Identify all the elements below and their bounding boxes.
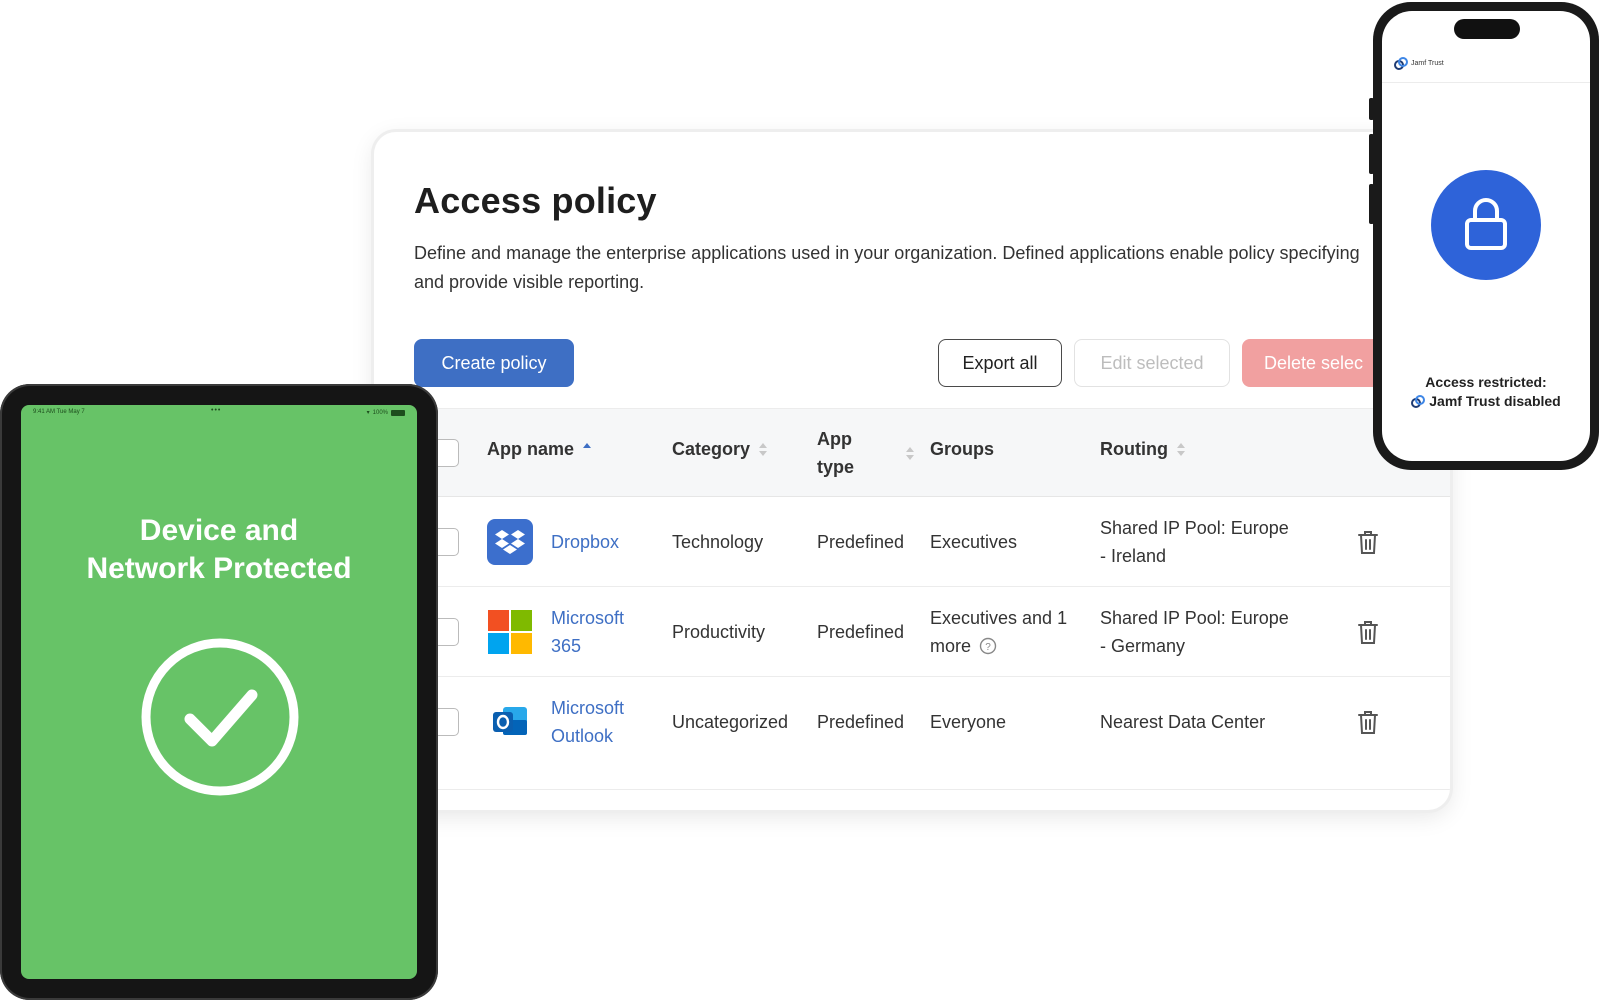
trash-icon[interactable] bbox=[1357, 709, 1379, 735]
phone-screen: Jamf Trust Access restricted: Jamf Trust… bbox=[1382, 11, 1590, 461]
battery-icon bbox=[391, 409, 405, 416]
table-header: App name Category App type Groups Routin… bbox=[431, 409, 1450, 497]
column-app-name[interactable]: App name bbox=[487, 439, 592, 460]
microsoft-365-icon bbox=[488, 610, 532, 654]
outlook-icon bbox=[493, 707, 527, 735]
phone-side-button bbox=[1369, 98, 1374, 120]
phone-side-button bbox=[1369, 184, 1374, 224]
protection-title-line: Network Protected bbox=[86, 552, 352, 585]
svg-text:?: ? bbox=[985, 642, 991, 653]
phone-side-button bbox=[1369, 134, 1374, 174]
protection-status-title: Device and Network Protected bbox=[21, 512, 417, 588]
checkmark-circle-icon bbox=[141, 638, 299, 796]
groups-more-text[interactable]: more bbox=[930, 632, 971, 660]
status-time: 9:41 AM Tue May 7 bbox=[33, 409, 85, 415]
column-routing[interactable]: Routing bbox=[1100, 439, 1186, 460]
column-app-type-label-2: type bbox=[817, 457, 855, 477]
category-cell: Technology bbox=[672, 532, 764, 552]
jamf-trust-logo-icon bbox=[1394, 57, 1408, 70]
sort-icon[interactable] bbox=[1176, 442, 1186, 458]
lock-icon bbox=[1465, 198, 1507, 250]
groups-more[interactable]: more ? bbox=[930, 632, 1067, 660]
access-policy-panel: Access policy Define and manage the ente… bbox=[374, 132, 1450, 810]
column-app-type[interactable]: App type bbox=[817, 425, 854, 481]
access-restricted-message: Access restricted: Jamf Trust disabled bbox=[1382, 373, 1590, 411]
column-routing-label: Routing bbox=[1100, 439, 1168, 459]
status-bar: 9:41 AM Tue May 7 ••• ▾ 100% bbox=[21, 405, 417, 419]
app-type-cell: Predefined bbox=[817, 712, 905, 732]
brand-name: Jamf Trust bbox=[1411, 60, 1444, 67]
app-name-text[interactable]: Dropbox bbox=[551, 532, 619, 552]
routing-line: Shared IP Pool: Europe bbox=[1100, 608, 1289, 628]
trash-icon[interactable] bbox=[1357, 619, 1379, 645]
sort-icon[interactable] bbox=[905, 446, 915, 462]
wifi-icon: ▾ bbox=[366, 410, 370, 416]
app-header: Jamf Trust bbox=[1382, 43, 1590, 83]
groups-cell: Everyone bbox=[930, 712, 1007, 732]
app-type-cell: Predefined bbox=[817, 532, 905, 552]
restricted-line: Access restricted: bbox=[1425, 374, 1547, 390]
column-category[interactable]: Category bbox=[672, 439, 768, 460]
jamf-trust-logo-icon bbox=[1411, 394, 1426, 408]
routing-cell: Shared IP Pool: Europe - Germany bbox=[1100, 604, 1289, 660]
column-groups-label: Groups bbox=[930, 439, 995, 459]
app-name-text[interactable]: Microsoft bbox=[551, 604, 624, 632]
category-cell: Uncategorized bbox=[672, 712, 789, 732]
routing-cell: Shared IP Pool: Europe - Ireland bbox=[1100, 514, 1289, 570]
groups-cell: Executives and 1 more ? bbox=[930, 604, 1067, 660]
table-row[interactable]: Dropbox Technology Predefined Executives… bbox=[431, 497, 1450, 587]
tablet-device: 9:41 AM Tue May 7 ••• ▾ 100% Device and … bbox=[0, 384, 438, 1000]
column-groups: Groups bbox=[930, 439, 994, 460]
routing-line: - Germany bbox=[1100, 636, 1186, 656]
app-name-link[interactable]: Microsoft Outlook bbox=[551, 694, 624, 750]
lock-badge bbox=[1431, 170, 1541, 280]
app-name-text[interactable]: Outlook bbox=[551, 722, 624, 750]
tablet-screen: 9:41 AM Tue May 7 ••• ▾ 100% Device and … bbox=[21, 405, 417, 979]
app-name-link[interactable]: Microsoft 365 bbox=[551, 604, 624, 660]
protection-title-line: Device and bbox=[139, 514, 299, 547]
groups-cell: Executives bbox=[930, 532, 1018, 552]
app-name-text[interactable]: Microsoft bbox=[551, 694, 624, 722]
column-category-label: Category bbox=[672, 439, 751, 459]
export-all-button[interactable]: Export all bbox=[938, 339, 1062, 387]
trash-icon[interactable] bbox=[1357, 529, 1379, 555]
info-icon[interactable]: ? bbox=[979, 637, 997, 655]
status-right: ▾ 100% bbox=[367, 409, 405, 416]
restricted-reason: Jamf Trust disabled bbox=[1429, 393, 1561, 409]
routing-line: - Ireland bbox=[1100, 546, 1167, 566]
battery-percent: 100% bbox=[372, 409, 388, 416]
column-app-type-label: App bbox=[817, 429, 852, 449]
phone-device: Jamf Trust Access restricted: Jamf Trust… bbox=[1369, 2, 1599, 470]
routing-line: Shared IP Pool: Europe bbox=[1100, 518, 1289, 538]
groups-line: Executives and 1 bbox=[930, 608, 1068, 628]
dropbox-icon bbox=[487, 519, 533, 565]
page-title: Access policy bbox=[414, 180, 657, 221]
category-cell: Productivity bbox=[672, 622, 766, 642]
policy-table: App name Category App type Groups Routin… bbox=[431, 408, 1450, 790]
sort-asc-icon[interactable] bbox=[582, 442, 592, 458]
more-dots-icon: ••• bbox=[211, 407, 222, 414]
routing-cell: Nearest Data Center bbox=[1100, 712, 1266, 732]
page-description: Define and manage the enterprise applica… bbox=[414, 243, 1360, 292]
edit-selected-button[interactable]: Edit selected bbox=[1074, 339, 1230, 387]
sort-icon[interactable] bbox=[758, 442, 768, 458]
app-name-link[interactable]: Dropbox bbox=[551, 528, 619, 556]
phone-notch bbox=[1454, 19, 1520, 39]
create-policy-button[interactable]: Create policy bbox=[414, 339, 574, 387]
column-app-name-label: App name bbox=[487, 439, 575, 459]
app-name-text[interactable]: 365 bbox=[551, 632, 624, 660]
restricted-line: Jamf Trust disabled bbox=[1382, 392, 1590, 411]
table-row[interactable]: Microsoft Outlook Uncategorized Predefin… bbox=[431, 677, 1450, 767]
table-row[interactable]: Microsoft 365 Productivity Predefined Ex… bbox=[431, 587, 1450, 677]
app-type-cell: Predefined bbox=[817, 622, 905, 642]
